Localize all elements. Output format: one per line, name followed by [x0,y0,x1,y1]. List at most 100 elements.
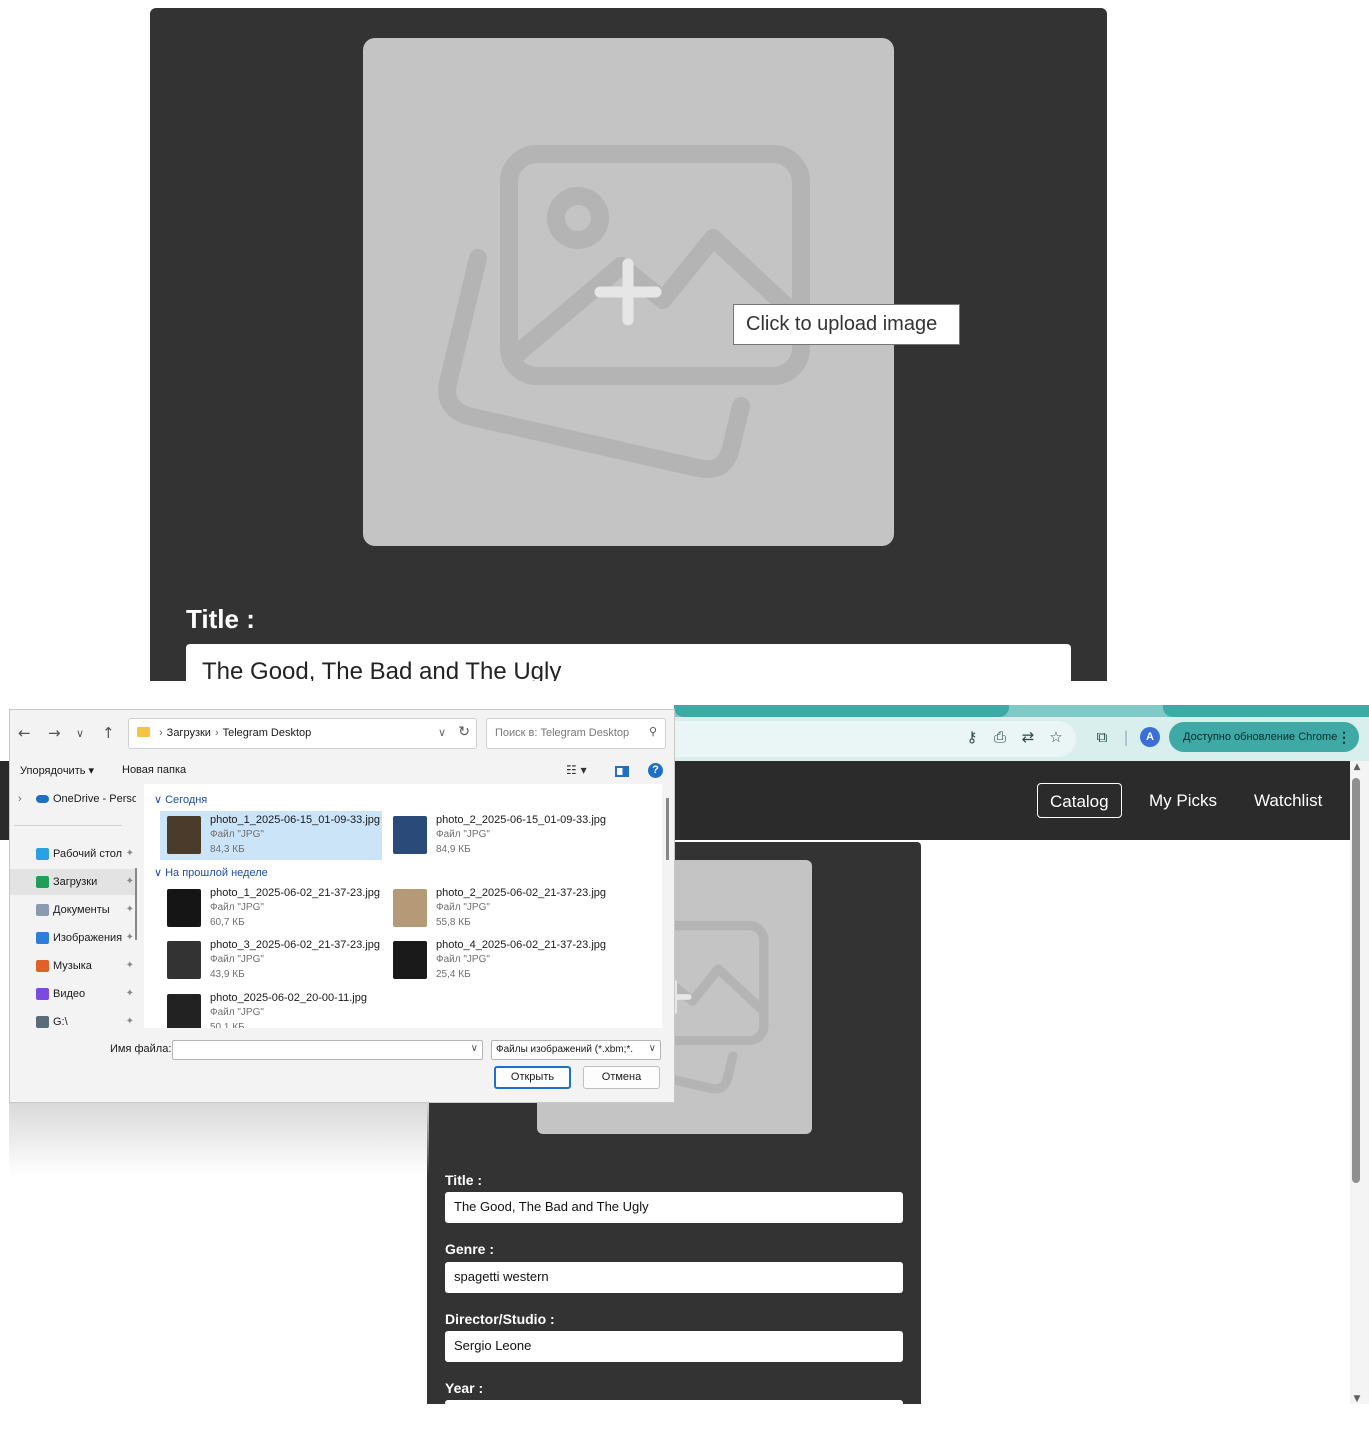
file-type: Файл "JPG" [210,829,264,840]
pin-icon[interactable]: ✦ [126,1009,134,1028]
upload-tooltip: Click to upload image [733,304,960,345]
zoom-title-label: Title : [186,604,255,634]
director-input[interactable]: Sergio Leone [445,1331,903,1362]
scrollbar-thumb[interactable] [1352,778,1360,1183]
nav-pane-item[interactable]: OneDrive - Personal › [10,786,136,812]
navigation-pane: OneDrive - Personal› Рабочий стол✦Загрузк… [10,784,143,1028]
up-arrow-icon[interactable]: ↑ [102,724,115,742]
file-item[interactable]: photo_2025-06-02_20-00-11.jpg Файл "JPG" 5… [160,989,382,1028]
title-input[interactable]: The Good, The Bad and The Ugly [445,1192,903,1223]
nav-pane-item[interactable]: Рабочий стол ✦ [10,841,136,867]
view-options-icon[interactable]: ☷ ▾ [566,763,587,777]
back-arrow-icon[interactable]: ← [18,724,31,742]
file-size: 60,7 КБ [210,917,245,928]
nav-pane-item[interactable]: Документы ✦ [10,897,136,923]
nav-watchlist[interactable]: Watchlist [1242,783,1334,818]
file-item[interactable]: photo_1_2025-06-15_01-09-33.jpg Файл "JPG… [160,811,382,860]
recent-dropdown-icon[interactable]: ∨ [76,727,84,740]
expand-chevron-icon[interactable]: › [18,786,22,812]
nav-divider [14,825,122,826]
nav-pane-item[interactable]: Музыка ✦ [10,953,136,979]
install-icon[interactable]: ⎙ [990,727,1010,747]
file-item[interactable]: photo_2_2025-06-15_01-09-33.jpg Файл "JPG… [386,811,608,860]
desktop-icon [36,848,49,860]
nav-catalog[interactable]: Catalog [1037,783,1122,818]
onedrive-icon [36,795,49,803]
address-bar[interactable] [674,721,1076,757]
pin-icon[interactable]: ✦ [126,897,134,923]
file-type: Файл "JPG" [436,954,490,965]
update-label: Доступно обновление Chrome [1183,731,1338,743]
open-button[interactable]: Открыть [494,1066,571,1089]
nav-pane-item[interactable]: G:\ ✦ [10,1009,136,1028]
pin-icon[interactable]: ✦ [126,869,134,895]
file-item[interactable]: photo_1_2025-06-02_21-37-23.jpg Файл "JPG… [160,884,382,933]
pin-icon[interactable]: ✦ [126,925,134,951]
chevron-down-icon[interactable]: ∨ [649,1043,656,1054]
nav-pane-item[interactable]: Видео ✦ [10,981,136,1007]
add-image-icon [438,145,810,478]
chevron-down-icon[interactable]: ∨ [471,1043,478,1054]
file-thumbnail [393,816,427,854]
breadcrumb-telegram[interactable]: Telegram Desktop [223,727,312,739]
filename-input[interactable]: ∨ [172,1040,483,1060]
chrome-update-button[interactable]: Доступно обновление Chrome ⋮ [1169,722,1359,752]
file-thumbnail [393,941,427,979]
file-name: photo_1_2025-06-15_01-09-33.jpg [210,814,381,826]
filetype-select[interactable]: Файлы изображений (*.xbm;*. ∨ [491,1040,661,1060]
file-open-dialog: ← → ∨ ↑ › Загрузки › Telegram Desktop ∨ ↻ П… [9,709,675,1103]
file-size: 50,1 КБ [210,1022,245,1028]
profile-avatar[interactable]: A [1140,727,1160,747]
search-placeholder: Поиск в: Telegram Desktop [495,727,630,739]
group-last-week[interactable]: ∨ На прошлой неделе [154,866,268,879]
file-thumbnail [167,994,201,1028]
pin-icon[interactable]: ✦ [126,953,134,979]
cancel-button[interactable]: Отмена [583,1066,660,1089]
refresh-icon[interactable]: ↻ [458,724,470,740]
nav-pane-label: Документы [53,904,110,916]
downloads-icon [36,876,49,888]
extensions-icon[interactable]: ⧉ [1092,727,1112,747]
organize-button[interactable]: Упорядочить ▾ [20,764,94,777]
preview-pane-icon[interactable] [615,766,629,777]
nav-pane-item[interactable]: Загрузки ✦ [10,869,136,895]
chevron-down-icon[interactable]: ∨ [438,726,446,739]
file-size: 84,3 КБ [210,844,245,855]
pin-icon[interactable]: ✦ [126,841,134,867]
file-item[interactable]: photo_2_2025-06-02_21-37-23.jpg Файл "JPG… [386,884,608,933]
video-icon [36,988,49,1000]
path-breadcrumb[interactable]: › Загрузки › Telegram Desktop ∨ ↻ [128,718,477,749]
nav-pane-item[interactable]: Изображения ✦ [10,925,136,951]
file-name: photo_4_2025-06-02_21-37-23.jpg [436,939,607,951]
forward-arrow-icon[interactable]: → [48,724,61,742]
help-icon[interactable]: ? [648,763,663,778]
file-item[interactable]: photo_4_2025-06-02_21-37-23.jpg Файл "JPG… [386,936,608,985]
file-list: ∨ Сегодня ∨ На прошлой неделе photo_1_20… [144,784,662,1028]
filetype-value: Файлы изображений (*.xbm;*. [496,1044,634,1055]
file-item[interactable]: photo_3_2025-06-02_21-37-23.jpg Файл "JPG… [160,936,382,985]
year-input[interactable] [445,1400,903,1431]
nav-my-picks[interactable]: My Picks [1137,783,1229,818]
translate-icon[interactable]: ⇄ [1018,727,1038,747]
menu-dots-icon[interactable]: ⋮ [1337,722,1351,752]
active-tab[interactable] [674,705,1009,717]
new-folder-button[interactable]: Новая папка [122,764,186,776]
file-list-scrollbar[interactable] [666,798,669,860]
star-icon[interactable]: ☆ [1046,727,1066,747]
scroll-down-arrow[interactable]: ▼ [1351,1394,1363,1404]
breadcrumb-downloads[interactable]: Загрузки [167,727,211,739]
group-today[interactable]: ∨ Сегодня [154,793,207,806]
genre-input[interactable]: spagetti western [445,1262,903,1293]
pin-icon[interactable]: ✦ [126,981,134,1007]
file-type: Файл "JPG" [436,902,490,913]
key-icon[interactable]: ⚷ [962,727,982,747]
scroll-up-arrow[interactable]: ▲ [1351,762,1363,772]
image-upload-area[interactable] [363,38,894,546]
zoom-title-input[interactable]: The Good, The Bad and The Ugly [186,644,1071,681]
new-tab-area[interactable] [1163,705,1369,717]
file-thumbnail [167,941,201,979]
nav-scrollbar[interactable] [135,868,137,940]
music-icon [36,960,49,972]
file-thumbnail [393,889,427,927]
search-input[interactable]: Поиск в: Telegram Desktop ⚲ [486,718,666,749]
